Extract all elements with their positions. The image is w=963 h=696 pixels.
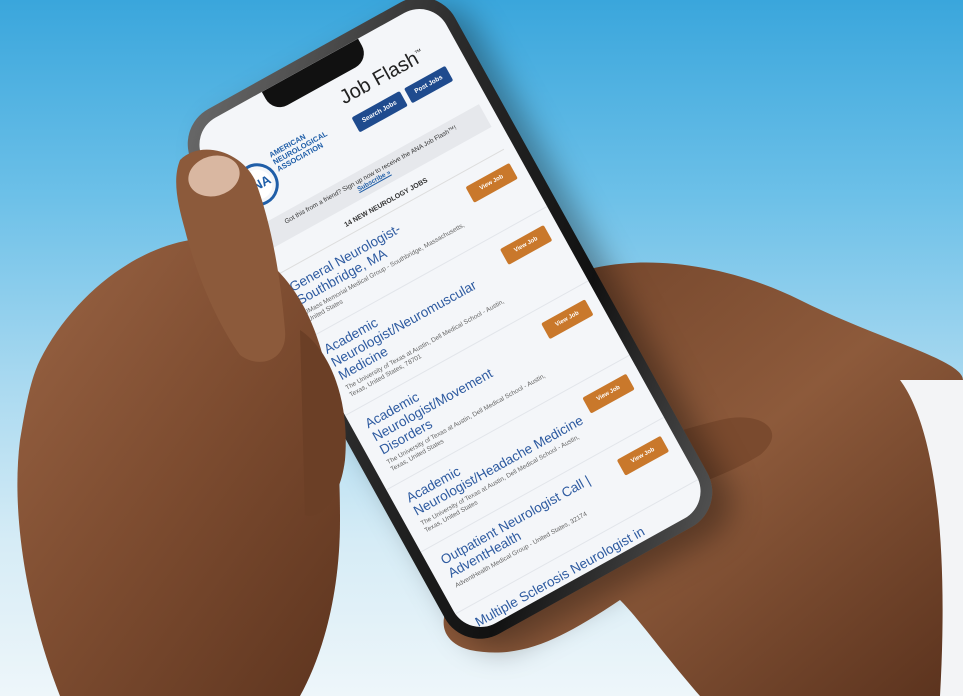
photo-scene: ANA American Neurological Association Jo… [0, 0, 963, 696]
left-hand [17, 149, 346, 696]
